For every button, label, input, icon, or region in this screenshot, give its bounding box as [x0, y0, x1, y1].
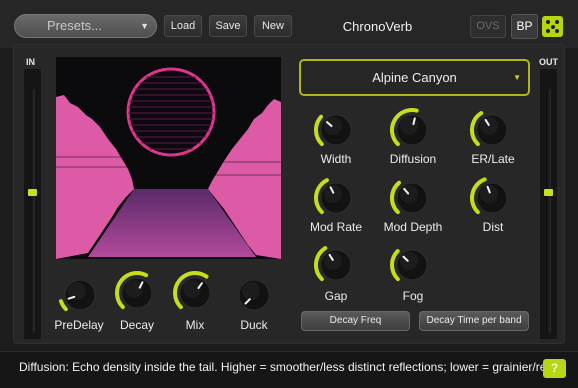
fog-knob[interactable] — [389, 242, 435, 293]
knob-highlight — [400, 252, 418, 270]
dice-icon[interactable] — [542, 16, 563, 37]
knob-graphic — [173, 271, 211, 310]
save-button[interactable]: Save — [209, 15, 247, 37]
decay-freq-button[interactable]: Decay Freq — [301, 311, 410, 331]
knob-graphic — [58, 279, 96, 312]
chevron-down-icon: ▼ — [513, 73, 521, 82]
decay-knob[interactable] — [114, 270, 160, 321]
duck-label: Duck — [240, 318, 268, 332]
knob-highlight — [242, 282, 260, 300]
fog-label: Fog — [402, 289, 424, 303]
knob-pointer — [412, 117, 416, 126]
mod-depth-knob[interactable] — [389, 175, 435, 226]
predelay-knob[interactable] — [57, 272, 103, 323]
knob-highlight — [324, 117, 342, 135]
impulse-selector-value: Alpine Canyon — [372, 70, 457, 85]
knob-highlight — [400, 185, 418, 203]
bypass-button[interactable]: BP — [511, 14, 538, 39]
output-gain-slider[interactable] — [544, 189, 553, 196]
width-knob[interactable] — [313, 107, 359, 158]
status-text: Diffusion: Echo density inside the tail.… — [19, 360, 564, 374]
knob-graphic — [390, 108, 428, 147]
decay-time-per-band-button[interactable]: Decay Time per band — [419, 311, 529, 331]
knob-value-arc — [58, 299, 68, 312]
output-meter-label: OUT — [539, 57, 558, 67]
knob-graphic — [390, 249, 428, 282]
new-button[interactable]: New — [254, 15, 292, 37]
help-button[interactable]: ? — [543, 359, 566, 378]
presets-dropdown[interactable]: Presets... ▼ — [14, 14, 157, 38]
input-meter-track — [30, 89, 35, 333]
knob-highlight — [480, 185, 498, 203]
input-gain-slider[interactable] — [28, 189, 37, 196]
chevron-down-icon: ▼ — [140, 21, 149, 31]
knob-graphic — [314, 178, 352, 215]
knob-highlight — [125, 280, 143, 298]
top-bar: Presets... ▼ Load Save New ChronoVerb OV… — [0, 0, 578, 48]
knob-graphic — [115, 271, 153, 310]
er-late-knob[interactable] — [469, 107, 515, 158]
knob-graphic — [314, 246, 352, 282]
dist-label: Dist — [482, 220, 504, 234]
knob-highlight — [480, 117, 498, 135]
plugin-title: ChronoVerb — [342, 19, 413, 34]
oversampling-button[interactable]: OVS — [470, 15, 506, 38]
output-meter-track — [546, 89, 551, 333]
input-meter-label: IN — [26, 57, 35, 67]
knob-graphic — [470, 177, 508, 215]
gap-knob[interactable] — [313, 242, 359, 293]
mix-knob[interactable] — [172, 270, 218, 321]
presets-label: Presets... — [47, 18, 102, 33]
visualizer-art — [56, 57, 281, 259]
diffusion-knob[interactable] — [389, 107, 435, 158]
reverb-visualizer — [56, 57, 281, 259]
knob-graphic — [314, 114, 352, 147]
dist-knob[interactable] — [469, 175, 515, 226]
mod-rate-knob[interactable] — [313, 175, 359, 226]
impulse-selector[interactable]: Alpine Canyon ▼ — [299, 59, 530, 96]
load-button[interactable]: Load — [164, 15, 202, 37]
knob-graphic — [238, 279, 270, 311]
knob-graphic — [470, 111, 508, 147]
knob-graphic — [390, 180, 428, 215]
duck-knob[interactable] — [231, 272, 277, 323]
knob-highlight — [324, 252, 342, 270]
er-late-label: ER/Late — [471, 152, 515, 166]
status-bar: Diffusion: Echo density inside the tail.… — [0, 351, 578, 388]
knob-highlight — [324, 185, 342, 203]
